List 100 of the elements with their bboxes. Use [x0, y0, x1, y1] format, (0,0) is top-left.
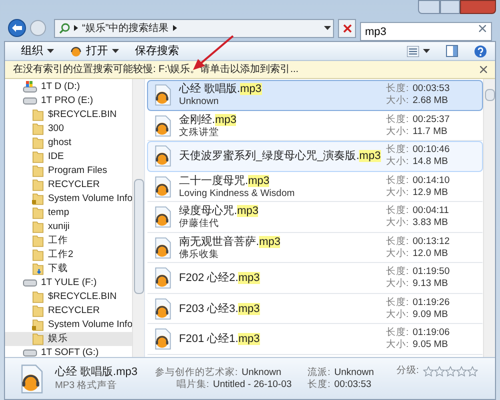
close-icon — [342, 24, 352, 32]
tree-item-label: 300 — [48, 122, 64, 136]
scrollbar[interactable] — [483, 79, 495, 357]
breadcrumb[interactable]: “娱乐”中的搜索结果 — [82, 20, 169, 36]
field-label: 唱片集: — [176, 378, 209, 390]
tree-item[interactable]: xuniji — [5, 220, 132, 234]
length-value: 01:19:06 — [412, 327, 450, 340]
tree-item[interactable]: 下载 — [5, 262, 132, 276]
rating-label: 分级: — [396, 364, 419, 378]
length-label: 长度: — [386, 174, 409, 187]
tree-item[interactable]: temp — [5, 206, 132, 220]
tree-item[interactable]: RECYCLER — [5, 304, 132, 318]
audio-player-icon — [70, 45, 82, 57]
star-icon[interactable] — [444, 366, 456, 377]
drive-icon — [23, 81, 37, 93]
search-field[interactable]: mp3 — [360, 22, 492, 41]
tree-item[interactable]: 娱乐 — [5, 332, 132, 346]
address-bar[interactable]: “娱乐”中的搜索结果 — [54, 18, 334, 38]
maximize-button[interactable] — [440, 0, 460, 14]
clear-icon[interactable] — [479, 24, 486, 32]
back-button[interactable] — [8, 19, 26, 37]
tree-item-label: 下载 — [48, 262, 68, 276]
file-row[interactable]: F203 心经3.mp3 长度: 01:19:26 大小: 9.09 MB — [147, 294, 483, 324]
tree-item[interactable]: 工作2 — [5, 248, 132, 262]
file-name: 南无观世音菩萨.mp3 — [179, 234, 282, 249]
length-label: 长度: — [386, 114, 409, 126]
artist-text: Loving Kindness & Wisdom — [179, 188, 296, 200]
drive-icon — [23, 348, 37, 357]
file-row[interactable]: F201 心经1.mp3 长度: 01:19:06 大小: 9.05 MB — [147, 324, 483, 354]
length-label: 长度: — [386, 205, 409, 217]
star-icon[interactable] — [422, 366, 434, 377]
size-label: 大小: — [386, 308, 409, 321]
folder-icon — [32, 235, 44, 247]
forward-button[interactable] — [30, 20, 46, 36]
tree-item-label: 1T YULE (F:) — [41, 276, 97, 290]
tree-item[interactable]: System Volume Info — [5, 192, 132, 206]
tree-item[interactable]: ghost — [5, 136, 132, 150]
tree-item[interactable]: 1T PRO (E:) — [5, 94, 132, 108]
star-icon[interactable] — [466, 366, 478, 377]
close-button[interactable] — [460, 0, 496, 14]
size-label: 大小: — [386, 126, 409, 138]
folder-icon — [32, 109, 44, 121]
file-row[interactable]: 心经 歌唱版.mp3 Unknown 长度: 00:03:53 大小: 2.68 MB — [147, 80, 483, 110]
details-file-name: 心经 歌唱版.mp3 — [55, 366, 139, 378]
tree-item-label: $RECYCLE.BIN — [48, 108, 117, 122]
folder-icon — [32, 137, 44, 149]
tree-item-label: temp — [48, 206, 70, 220]
audio-file-icon — [152, 206, 174, 228]
tree-item[interactable]: 1T D (D:) — [5, 80, 132, 94]
length-label: 长度: — [386, 236, 409, 248]
organize-button[interactable]: 组织 — [13, 41, 62, 61]
tree-item[interactable]: Program Files — [5, 164, 132, 178]
size-value: 9.13 MB — [412, 278, 448, 290]
file-row[interactable]: 绿度母心咒.mp3 伊藤佳代 长度: 00:04:11 大小: 3.83 MB — [147, 202, 483, 232]
pane-icon — [446, 45, 458, 57]
tree-item[interactable]: 1T SOFT (G:) — [5, 346, 132, 357]
audio-file-icon — [152, 298, 174, 320]
open-button[interactable]: 打开 — [62, 41, 127, 61]
star-icon[interactable] — [434, 366, 445, 377]
audio-file-icon — [152, 176, 174, 198]
preview-pane-button[interactable] — [446, 45, 458, 57]
help-icon — [474, 44, 487, 58]
tree-item-label: 1T PRO (E:) — [41, 94, 94, 108]
size-label: 大小: — [386, 339, 409, 352]
tree-item[interactable]: IDE — [5, 150, 132, 164]
star-icon[interactable] — [456, 366, 467, 377]
tree-item[interactable]: $RECYCLE.BIN — [5, 108, 132, 122]
size-value: 3.83 MB — [412, 217, 448, 230]
tree-item-label: 1T SOFT (G:) — [41, 346, 99, 357]
file-row[interactable]: 二十一度母咒.mp3 Loving Kindness & Wisdom 长度: 00:14:10 大小: 12.9 MB — [147, 172, 483, 202]
size-value: 2.68 MB — [412, 95, 448, 108]
file-row[interactable]: 南无观世音菩萨.mp3 佛乐收集 长度: 00:13:12 大小: 12.0 MB — [147, 232, 483, 263]
stop-search-button[interactable] — [338, 18, 356, 38]
tree-item[interactable]: 1T YULE (F:) — [5, 276, 132, 290]
tree-item[interactable]: 工作 — [5, 234, 132, 248]
audio-file-icon — [152, 114, 174, 137]
tree-item[interactable]: 300 — [5, 122, 132, 136]
tree-item[interactable]: $RECYCLE.BIN — [5, 290, 132, 304]
tree-item-label: System Volume Info — [48, 318, 132, 332]
file-row[interactable]: 天使波罗蜜系列_绿度母心咒_演奏版.mp3 长度: 00:10:46 大小: 14.8 MB — [147, 141, 483, 172]
caret-icon — [47, 49, 54, 53]
folder-icon — [32, 123, 44, 135]
view-list-icon — [407, 46, 419, 56]
scrollbar[interactable] — [132, 79, 144, 357]
size-label: 大小: — [386, 156, 409, 168]
folder-icon — [32, 165, 44, 177]
size-value: 14.8 MB — [412, 156, 448, 168]
tree-item[interactable]: RECYCLER — [5, 178, 132, 192]
field-label: 参与创作的艺术家: — [155, 366, 238, 378]
tree-item-label: RECYCLER — [48, 304, 100, 318]
scrollbar-thumb[interactable] — [134, 179, 144, 294]
minimize-button[interactable] — [418, 0, 440, 14]
tree-item-label: xuniji — [48, 220, 70, 234]
close-icon[interactable] — [480, 66, 487, 73]
file-row[interactable]: F202 心经2.mp3 长度: 01:19:50 大小: 9.13 MB — [147, 263, 483, 294]
scrollbar-thumb[interactable] — [484, 89, 494, 101]
chevron-icon — [172, 25, 177, 31]
help-button[interactable] — [474, 44, 487, 58]
save-search-button[interactable]: 保存搜索 — [127, 41, 187, 61]
tree-item[interactable]: System Volume Info — [5, 318, 132, 332]
